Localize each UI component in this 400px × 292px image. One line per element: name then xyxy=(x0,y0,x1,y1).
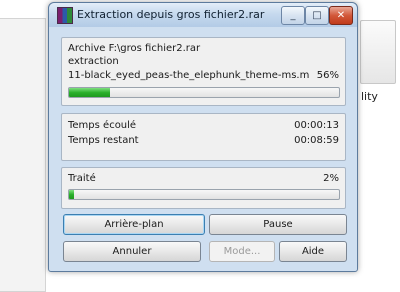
mode-button[interactable]: Mode... xyxy=(209,241,275,262)
file-progress-fill xyxy=(69,88,110,97)
file-percent: 56% xyxy=(316,70,339,81)
background-folder-icon xyxy=(360,20,396,84)
elapsed-time-value: 00:00:13 xyxy=(294,120,339,131)
time-group: Temps écoulé 00:00:13 Temps restant 00:0… xyxy=(61,113,346,161)
total-progress-bar xyxy=(68,189,340,200)
minimize-button[interactable]: _ xyxy=(281,6,305,25)
remaining-time-label: Temps restant xyxy=(68,135,139,146)
archive-path: Archive F:\gros fichier2.rar xyxy=(68,43,201,54)
remaining-time-value: 00:08:59 xyxy=(294,135,339,146)
total-progress-group: Traité 2% xyxy=(61,167,346,209)
extraction-dialog: Extraction depuis gros fichier2.rar _ □ … xyxy=(48,2,358,272)
elapsed-time-label: Temps écoulé xyxy=(68,120,137,131)
processed-label: Traité xyxy=(68,173,96,184)
window-title: Extraction depuis gros fichier2.rar xyxy=(77,8,265,21)
file-progress-bar xyxy=(68,87,340,98)
help-button[interactable]: Aide xyxy=(279,241,347,262)
close-button[interactable]: ✕ xyxy=(329,6,353,25)
maximize-button[interactable]: □ xyxy=(305,6,329,25)
action-label: extraction xyxy=(68,56,119,67)
title-bar[interactable]: Extraction depuis gros fichier2.rar _ □ … xyxy=(49,3,357,27)
total-progress-fill xyxy=(69,190,75,199)
current-file-name: 11-black_eyed_peas-the_elephunk_theme-ms… xyxy=(68,70,310,81)
pause-button[interactable]: Pause xyxy=(209,214,347,235)
desktop-left-panel xyxy=(0,18,46,292)
background-button[interactable]: Arrière-plan xyxy=(63,214,205,235)
processed-percent: 2% xyxy=(323,173,339,184)
file-info-group: Archive F:\gros fichier2.rar extraction … xyxy=(61,37,346,106)
cancel-button[interactable]: Annuler xyxy=(63,241,201,262)
background-partial-text: lity xyxy=(361,90,378,103)
winrar-icon xyxy=(57,7,73,24)
